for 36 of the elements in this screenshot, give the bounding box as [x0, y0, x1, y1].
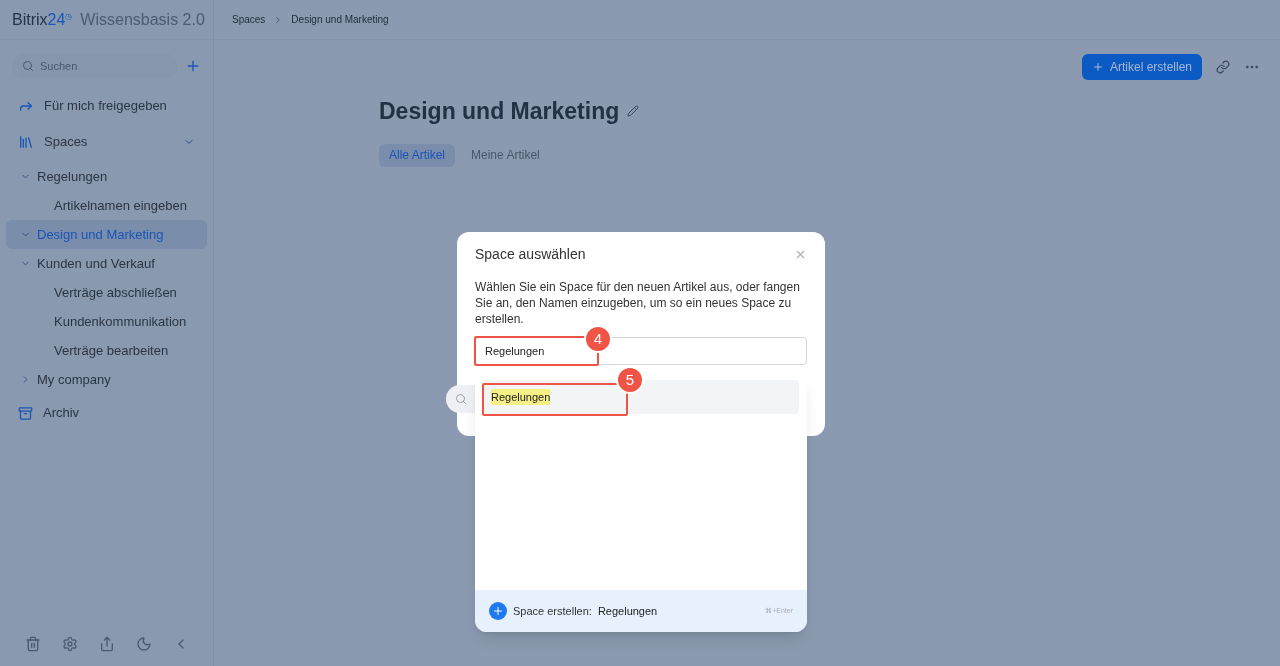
nav-item[interactable]: Für mich freigegeben: [6, 88, 207, 124]
page-title: Design und Marketing: [379, 97, 620, 126]
tree-item[interactable]: Kunden und Verkauf: [6, 249, 207, 278]
nav-item[interactable]: Archiv: [6, 396, 207, 430]
upload-icon[interactable]: [98, 636, 115, 652]
logo: Bitrix24$^{◷}$: [12, 9, 73, 30]
tree-item[interactable]: Kundenkommunikation: [6, 307, 207, 336]
archive-box-icon: [18, 405, 33, 421]
search-icon: [455, 393, 467, 405]
add-icon[interactable]: [185, 58, 201, 74]
breadcrumb-link[interactable]: Design und Marketing: [291, 12, 389, 27]
tree-item[interactable]: Verträge abschließen: [6, 278, 207, 307]
books-icon: [18, 134, 34, 150]
tree-item[interactable]: My company: [6, 365, 207, 394]
link-icon[interactable]: [1216, 60, 1230, 74]
tab[interactable]: Meine Artikel: [461, 143, 550, 167]
settings-icon[interactable]: [61, 636, 78, 652]
create-space-value: Regelungen: [597, 603, 658, 619]
pencil-icon[interactable]: [627, 105, 640, 118]
search-field[interactable]: Suchen: [12, 54, 177, 78]
tree-item[interactable]: Artikelnamen eingeben: [6, 191, 207, 220]
moon-icon[interactable]: [135, 636, 152, 652]
tree-item[interactable]: Regelungen: [6, 162, 207, 191]
dialog-title: Space auswählen: [475, 245, 586, 264]
create-space-label: Space erstellen:: [513, 603, 592, 619]
search-button[interactable]: [446, 385, 475, 413]
dialog-text: Wählen Sie ein Space für den neuen Artikel aus, oder fangen Sie an, den Namen einzugeben, um so ein neues Space zu erstellen.: [475, 279, 801, 327]
app-title: Wissensbasis 2.0: [80, 9, 205, 30]
search-icon: [22, 60, 34, 72]
spaces-section[interactable]: Spaces: [6, 124, 207, 160]
create-article-button[interactable]: Artikel erstellen: [1081, 54, 1202, 80]
breadcrumb-link[interactable]: Spaces: [232, 12, 266, 27]
plus-icon: [1091, 61, 1104, 73]
tree-item[interactable]: Verträge bearbeiten: [6, 336, 207, 365]
trash-icon[interactable]: [24, 636, 41, 652]
close-icon[interactable]: [794, 248, 807, 261]
